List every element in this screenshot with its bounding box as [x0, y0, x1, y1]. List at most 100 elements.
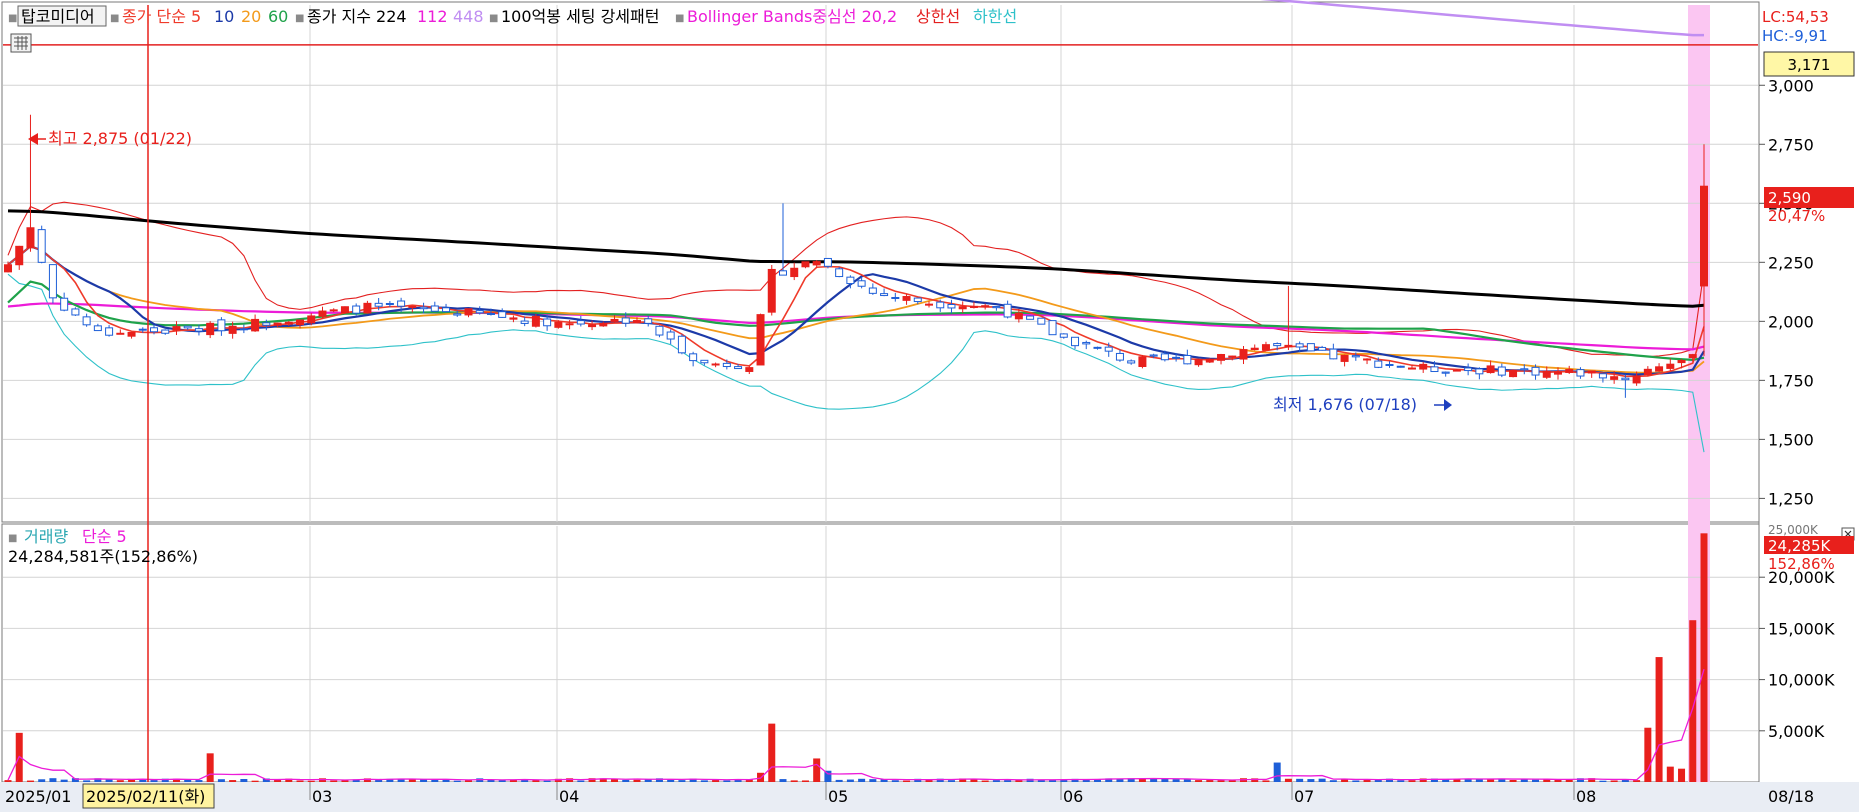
candle-body	[531, 315, 540, 327]
candle-body	[71, 308, 80, 316]
grid-toggle-icon[interactable]	[10, 33, 32, 53]
volume-bar	[1532, 779, 1540, 782]
x-tick-label: 07	[1294, 787, 1314, 806]
candle-body	[1576, 369, 1585, 377]
candle-body	[172, 326, 181, 331]
candle-body	[576, 320, 585, 325]
candle-body	[1610, 376, 1619, 380]
candle-body	[1284, 344, 1293, 348]
candle-body	[352, 305, 361, 314]
candle-body	[1149, 354, 1158, 357]
volume-bar	[307, 780, 315, 782]
candle-body	[745, 367, 754, 372]
candle-body	[891, 296, 900, 299]
candle-body	[1115, 352, 1124, 361]
candle-body	[1059, 333, 1068, 338]
volume-tick-label: 10,000K	[1768, 671, 1835, 690]
candle-body	[1071, 336, 1080, 347]
high-marker: 최고 2,875 (01/22)	[28, 129, 192, 148]
volume-bar	[330, 780, 338, 782]
candle-body	[363, 302, 372, 314]
candle-body	[543, 318, 552, 327]
candle-body	[1261, 344, 1270, 351]
volume-bar	[83, 780, 91, 782]
candle-body	[1037, 317, 1046, 325]
volume-bar	[1352, 780, 1360, 782]
candle-body	[273, 322, 282, 326]
candle-body	[1475, 368, 1484, 375]
volume-tick-label: 15,000K	[1768, 619, 1835, 638]
candle-body	[1531, 366, 1540, 376]
volume-bar	[465, 780, 473, 782]
volume-legend-ma: 단순 5	[82, 527, 127, 546]
volume-top-tick: 25,000K	[1768, 523, 1819, 537]
candle-body	[947, 304, 956, 309]
candle-body	[408, 305, 417, 308]
current-volume: 24,285K	[1768, 537, 1831, 555]
candle-body	[610, 318, 619, 322]
price-tick-label: 1,750	[1768, 371, 1814, 390]
candle-body	[239, 328, 248, 331]
volume-bar	[431, 779, 439, 782]
candle-body	[666, 331, 675, 340]
legend-item: 하한선	[973, 7, 1017, 26]
volume-bar	[813, 758, 821, 782]
legend-marker: ■	[489, 13, 498, 24]
candle-body	[1441, 371, 1450, 374]
candle-body	[857, 280, 866, 287]
volume-bar	[1655, 657, 1663, 782]
volume-bar	[869, 779, 877, 782]
lc-value: LC:54,53	[1762, 8, 1829, 26]
candle-body	[48, 264, 57, 299]
volume-bar	[150, 780, 158, 782]
candle-body	[1385, 364, 1394, 367]
volume-bar	[577, 780, 585, 782]
candle-body	[442, 307, 451, 313]
candle-body	[1082, 341, 1091, 345]
volume-bar	[1195, 780, 1203, 782]
candle-body	[520, 320, 529, 324]
candle-body	[262, 322, 271, 326]
candle-body	[1700, 185, 1708, 287]
legend-marker: ■	[675, 13, 684, 24]
volume-bar	[1284, 778, 1292, 782]
candle-body	[655, 325, 664, 336]
candle-body	[1565, 369, 1574, 373]
candle-body	[711, 363, 720, 366]
volume-info: 24,284,581주(152,86%)	[8, 547, 198, 566]
price-legend: ■ 탑코미디어 ■ 종가 단순 5 10 20 60 ■ 종가 지수 224 112 448 ■ 100…	[8, 5, 1017, 27]
candle-body	[105, 327, 114, 336]
volume-bar	[1644, 727, 1652, 782]
candle-body	[1643, 368, 1652, 376]
candle-body	[1205, 358, 1214, 363]
candle-body	[632, 320, 641, 324]
candle-body	[150, 327, 159, 333]
volume-bar	[1509, 779, 1517, 782]
candle-body	[1419, 363, 1428, 370]
candle-body	[1452, 369, 1461, 372]
legend-item: Bollinger Bands중심선 20,2	[687, 7, 897, 26]
candle-body	[453, 313, 462, 316]
candle-body	[880, 293, 889, 297]
volume-bar	[195, 780, 203, 782]
candle-body	[385, 303, 394, 306]
volume-bar	[38, 779, 46, 782]
stock-chart[interactable]: ■ 탑코미디어 ■ 종가 단순 5 10 20 60 ■ 종가 지수 224 112 448 ■ 100…	[0, 0, 1859, 812]
volume-bar	[240, 779, 248, 782]
volume-bar	[992, 780, 1000, 782]
candle-body	[1127, 360, 1136, 364]
volume-bar	[790, 780, 798, 782]
volume-bar	[1666, 766, 1674, 782]
candle-body	[26, 227, 35, 249]
candle-body	[1329, 348, 1338, 360]
candle-body	[251, 318, 260, 332]
volume-bar	[49, 778, 57, 782]
volume-bar	[1296, 778, 1304, 782]
candle-body	[565, 323, 574, 326]
candle-body	[116, 332, 125, 335]
candle-body	[1553, 371, 1562, 375]
price-tick-label: 1,500	[1768, 430, 1814, 449]
candle-body	[1104, 346, 1113, 352]
price-tick-label: 2,250	[1768, 253, 1814, 272]
volume-bar	[633, 779, 641, 782]
